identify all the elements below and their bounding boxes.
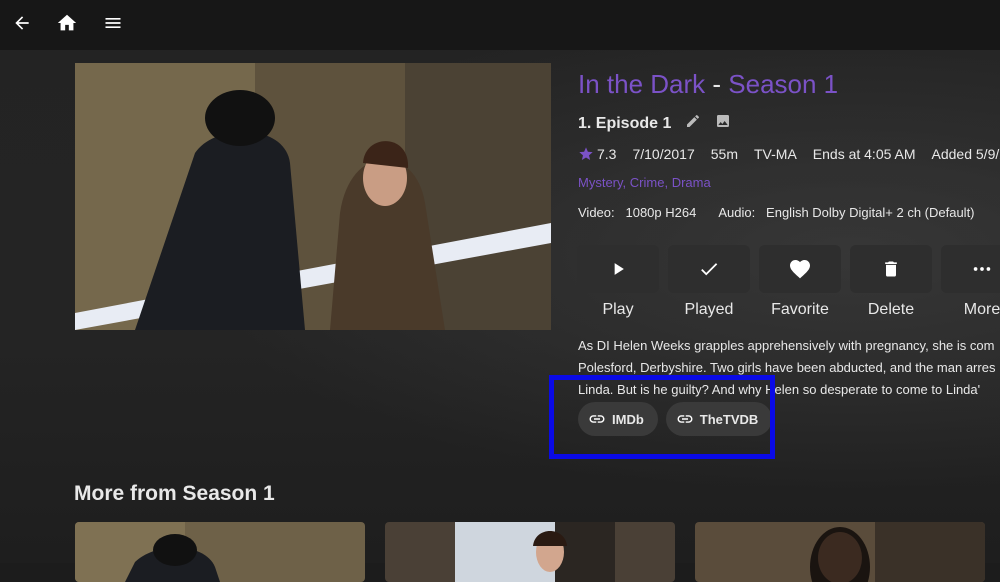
genre-list: Mystery, Crime, Drama xyxy=(578,175,711,190)
video-label: Video: xyxy=(578,205,615,220)
audio-label: Audio: xyxy=(718,205,756,220)
title-separator: - xyxy=(705,69,729,99)
episode-thumbnail[interactable] xyxy=(695,522,985,582)
season-name-link[interactable]: Season 1 xyxy=(728,69,838,99)
genre-link[interactable]: Mystery xyxy=(578,175,623,190)
date-added: Added 5/9/202 xyxy=(931,146,1000,162)
genre-separator: , xyxy=(664,175,672,190)
trash-icon xyxy=(885,261,897,277)
audio-value: English Dolby Digital+ 2 ch (Default) xyxy=(766,205,975,220)
played-button-label: Played xyxy=(684,301,734,318)
episode-image xyxy=(75,63,551,330)
media-info: Video: 1080p H264 Audio: English Dolby Di… xyxy=(578,205,975,220)
star-icon xyxy=(579,147,593,160)
episode-thumbnails xyxy=(75,522,985,582)
play-icon xyxy=(614,263,624,275)
genre-link[interactable]: Crime xyxy=(630,175,665,190)
top-bar xyxy=(0,0,1000,50)
genre-separator: , xyxy=(622,175,630,190)
image-icon[interactable] xyxy=(715,113,731,134)
favorite-button[interactable]: Favorite xyxy=(759,245,841,319)
rating-value: 7.3 xyxy=(597,146,617,162)
more-button[interactable]: More xyxy=(941,245,1000,319)
more-icon xyxy=(973,267,991,271)
genre-link[interactable]: Drama xyxy=(672,175,711,190)
runtime: 55m xyxy=(710,146,738,162)
play-button[interactable]: Play xyxy=(577,245,659,319)
series-title: In the Dark - Season 1 xyxy=(578,69,838,100)
menu-icon[interactable] xyxy=(99,9,127,37)
episode-heading: 1. Episode 1 xyxy=(578,113,731,134)
metadata-row: 7.3 7/10/2017 55m TV-MA Ends at 4:05 AM … xyxy=(578,146,1000,162)
community-rating: 7.3 xyxy=(578,146,616,162)
episode-thumbnail[interactable] xyxy=(385,522,675,582)
play-button-label: Play xyxy=(602,301,634,318)
delete-button-label: Delete xyxy=(867,301,915,318)
heart-icon xyxy=(790,260,810,279)
section-title: More from Season 1 xyxy=(74,482,275,505)
video-value: 1080p H264 xyxy=(625,205,697,220)
series-name-link[interactable]: In the Dark xyxy=(578,69,705,99)
pencil-icon[interactable] xyxy=(685,113,701,134)
episode-title: 1. Episode 1 xyxy=(578,114,672,132)
content-rating: TV-MA xyxy=(754,146,797,162)
ends-at: Ends at 4:05 AM xyxy=(812,146,916,162)
home-icon[interactable] xyxy=(53,9,81,37)
check-icon xyxy=(701,263,718,276)
highlight-box xyxy=(549,375,775,459)
air-date: 7/10/2017 xyxy=(632,146,695,162)
arrow-back-icon[interactable] xyxy=(8,9,36,37)
delete-button[interactable]: Delete xyxy=(850,245,932,319)
played-button[interactable]: Played xyxy=(668,245,750,319)
more-button-label: More xyxy=(963,301,1000,318)
favorite-button-label: Favorite xyxy=(771,301,829,318)
overview-line: As DI Helen Weeks grapples apprehensivel… xyxy=(578,338,995,353)
episode-thumbnail[interactable] xyxy=(75,522,365,582)
action-buttons: Play Played Favorite Delete More xyxy=(577,245,1000,319)
